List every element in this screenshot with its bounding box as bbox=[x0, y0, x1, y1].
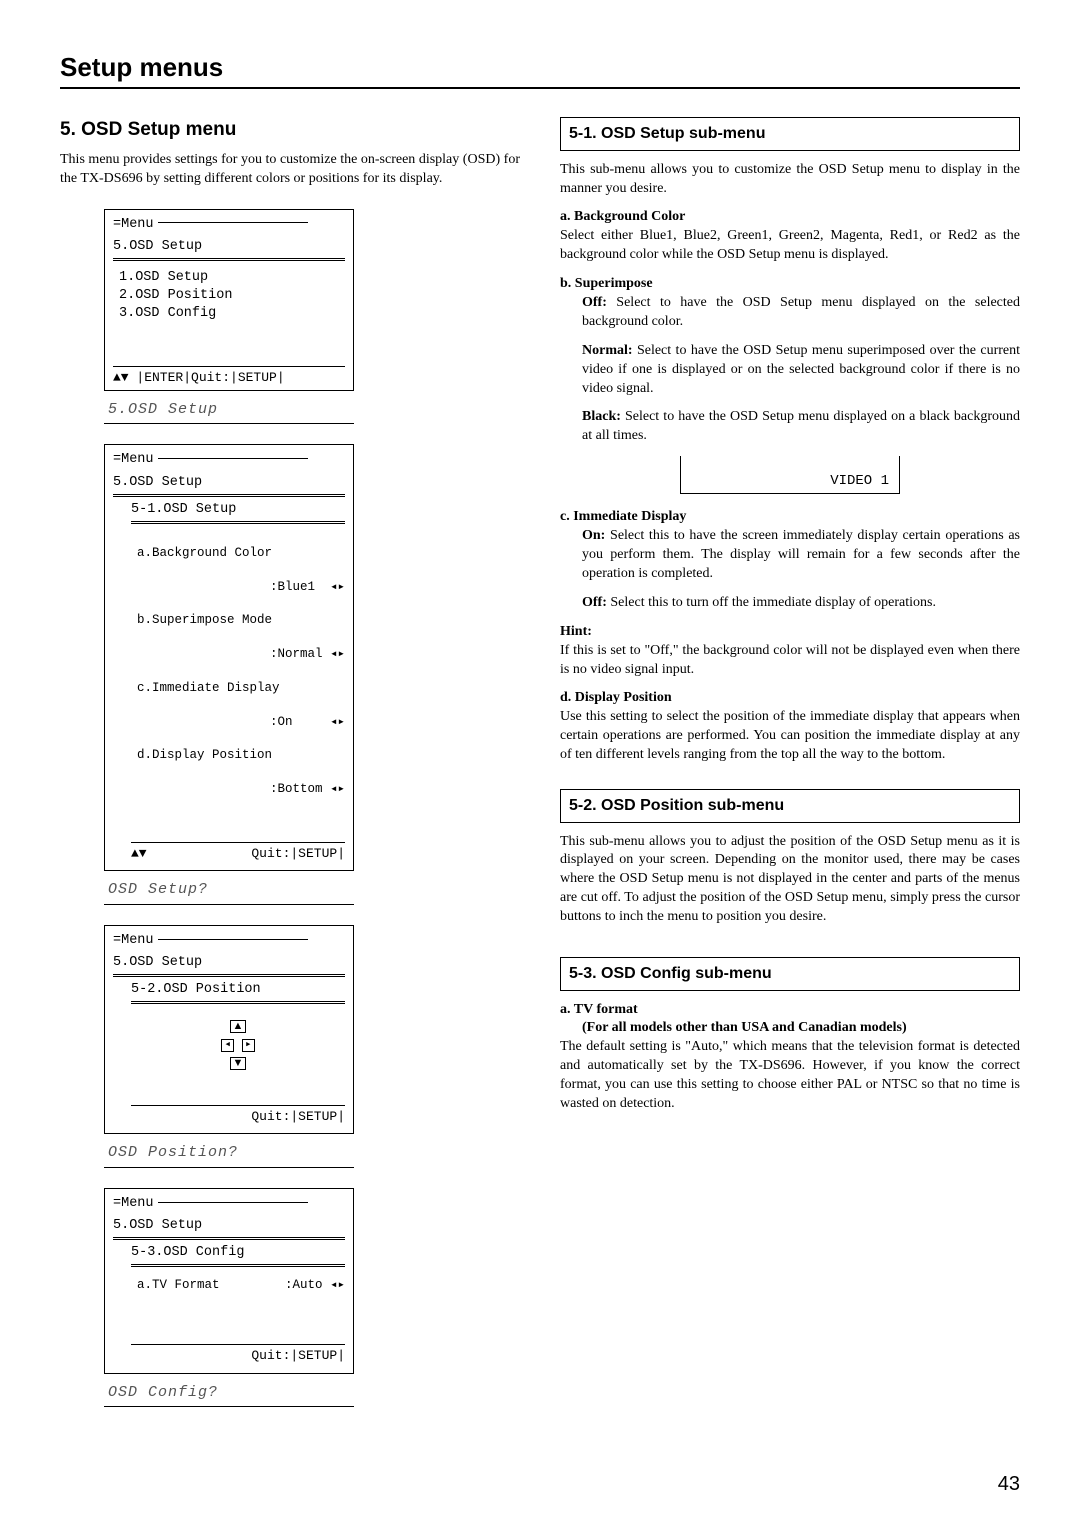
osd-title: 5.OSD Setup bbox=[113, 474, 345, 492]
item-a-head: a. Background Color bbox=[560, 208, 1020, 227]
osd-caption: OSD Setup? bbox=[104, 877, 354, 904]
osd-footer-quit: Quit:|SETUP| bbox=[251, 846, 345, 861]
sub2-body: This sub-menu allows you to adjust the p… bbox=[560, 833, 1020, 927]
tv-format-head: a. TV format bbox=[560, 1001, 1020, 1020]
video-overlay-box: VIDEO 1 bbox=[680, 456, 900, 494]
tv-format-body: The default setting is "Auto," which mea… bbox=[560, 1038, 1020, 1114]
hint-body: If this is set to "Off," the background … bbox=[560, 642, 1020, 680]
tv-format-sub: (For all models other than USA and Canad… bbox=[582, 1019, 1020, 1038]
osd-menu-box-2: =Menu 5.OSD Setup 5-1.OSD Setup a.Backgr… bbox=[104, 444, 354, 871]
sub1-intro: This sub-menu allows you to customize th… bbox=[560, 161, 1020, 199]
osd-subtitle: 5-2.OSD Position bbox=[131, 981, 345, 999]
osd-caption: OSD Position? bbox=[104, 1140, 354, 1167]
chapter-title: Setup menus bbox=[60, 50, 1020, 89]
item-c-head: c. Immediate Display bbox=[560, 508, 1020, 527]
osd-title: 5.OSD Setup bbox=[113, 954, 345, 972]
osd-item: 1.OSD Setup bbox=[119, 269, 345, 287]
osd-footer-quit: Quit:|SETUP| bbox=[251, 1109, 345, 1124]
osd-footer-nav: ▲▼ bbox=[131, 845, 147, 863]
osd-title: 5.OSD Setup bbox=[113, 1217, 345, 1235]
submenu-heading-2: 5-2. OSD Position sub-menu bbox=[560, 789, 1020, 823]
section-intro: This menu provides settings for you to c… bbox=[60, 151, 520, 189]
page-number: 43 bbox=[998, 1471, 1020, 1498]
item-c-off: Off: Select this to turn off the immedia… bbox=[582, 594, 1020, 613]
osd-subtitle: 5-3.OSD Config bbox=[131, 1244, 345, 1262]
item-d-head: d. Display Position bbox=[560, 689, 1020, 708]
osd-menu-box-1: =Menu 5.OSD Setup 1.OSD Setup 2.OSD Posi… bbox=[104, 209, 354, 392]
osd-footer-quit: Quit:|SETUP| bbox=[251, 1348, 345, 1363]
osd-item: 3.OSD Config bbox=[119, 305, 345, 323]
item-b-black: Black: Select to have the OSD Setup menu… bbox=[582, 408, 1020, 446]
osd-footer-nav: ▲▼ |ENTER| bbox=[113, 370, 191, 385]
item-a-body: Select either Blue1, Blue2, Green1, Gree… bbox=[560, 227, 1020, 265]
osd-title: 5.OSD Setup bbox=[113, 238, 345, 256]
item-c-on: On: Select this to have the screen immed… bbox=[582, 527, 1020, 584]
osd-menu-box-4: =Menu 5.OSD Setup 5-3.OSD Config a.TV Fo… bbox=[104, 1188, 354, 1374]
arrow-pad-icon: ▲ ◂ ▸ ▼ bbox=[131, 1008, 345, 1095]
item-b-head: b. Superimpose bbox=[560, 275, 1020, 294]
osd-item: 2.OSD Position bbox=[119, 287, 345, 305]
osd-footer-quit: Quit:|SETUP| bbox=[191, 370, 285, 385]
section-heading: 5. OSD Setup menu bbox=[60, 117, 520, 143]
hint-label: Hint: bbox=[560, 623, 1020, 642]
right-column: 5-1. OSD Setup sub-menu This sub-menu al… bbox=[560, 117, 1020, 1425]
item-b-normal: Normal: Select to have the OSD Setup men… bbox=[582, 342, 1020, 399]
submenu-heading-1: 5-1. OSD Setup sub-menu bbox=[560, 117, 1020, 151]
osd-subtitle: 5-1.OSD Setup bbox=[131, 501, 345, 519]
osd-caption: OSD Config? bbox=[104, 1380, 354, 1407]
osd-menu-box-3: =Menu 5.OSD Setup 5-2.OSD Position ▲ ◂ ▸… bbox=[104, 925, 354, 1135]
item-b-off: Off: Select to have the OSD Setup menu d… bbox=[582, 294, 1020, 332]
osd-caption: 5.OSD Setup bbox=[104, 397, 354, 424]
left-column: 5. OSD Setup menu This menu provides set… bbox=[60, 117, 520, 1425]
item-d-body: Use this setting to select the position … bbox=[560, 708, 1020, 765]
submenu-heading-3: 5-3. OSD Config sub-menu bbox=[560, 957, 1020, 991]
